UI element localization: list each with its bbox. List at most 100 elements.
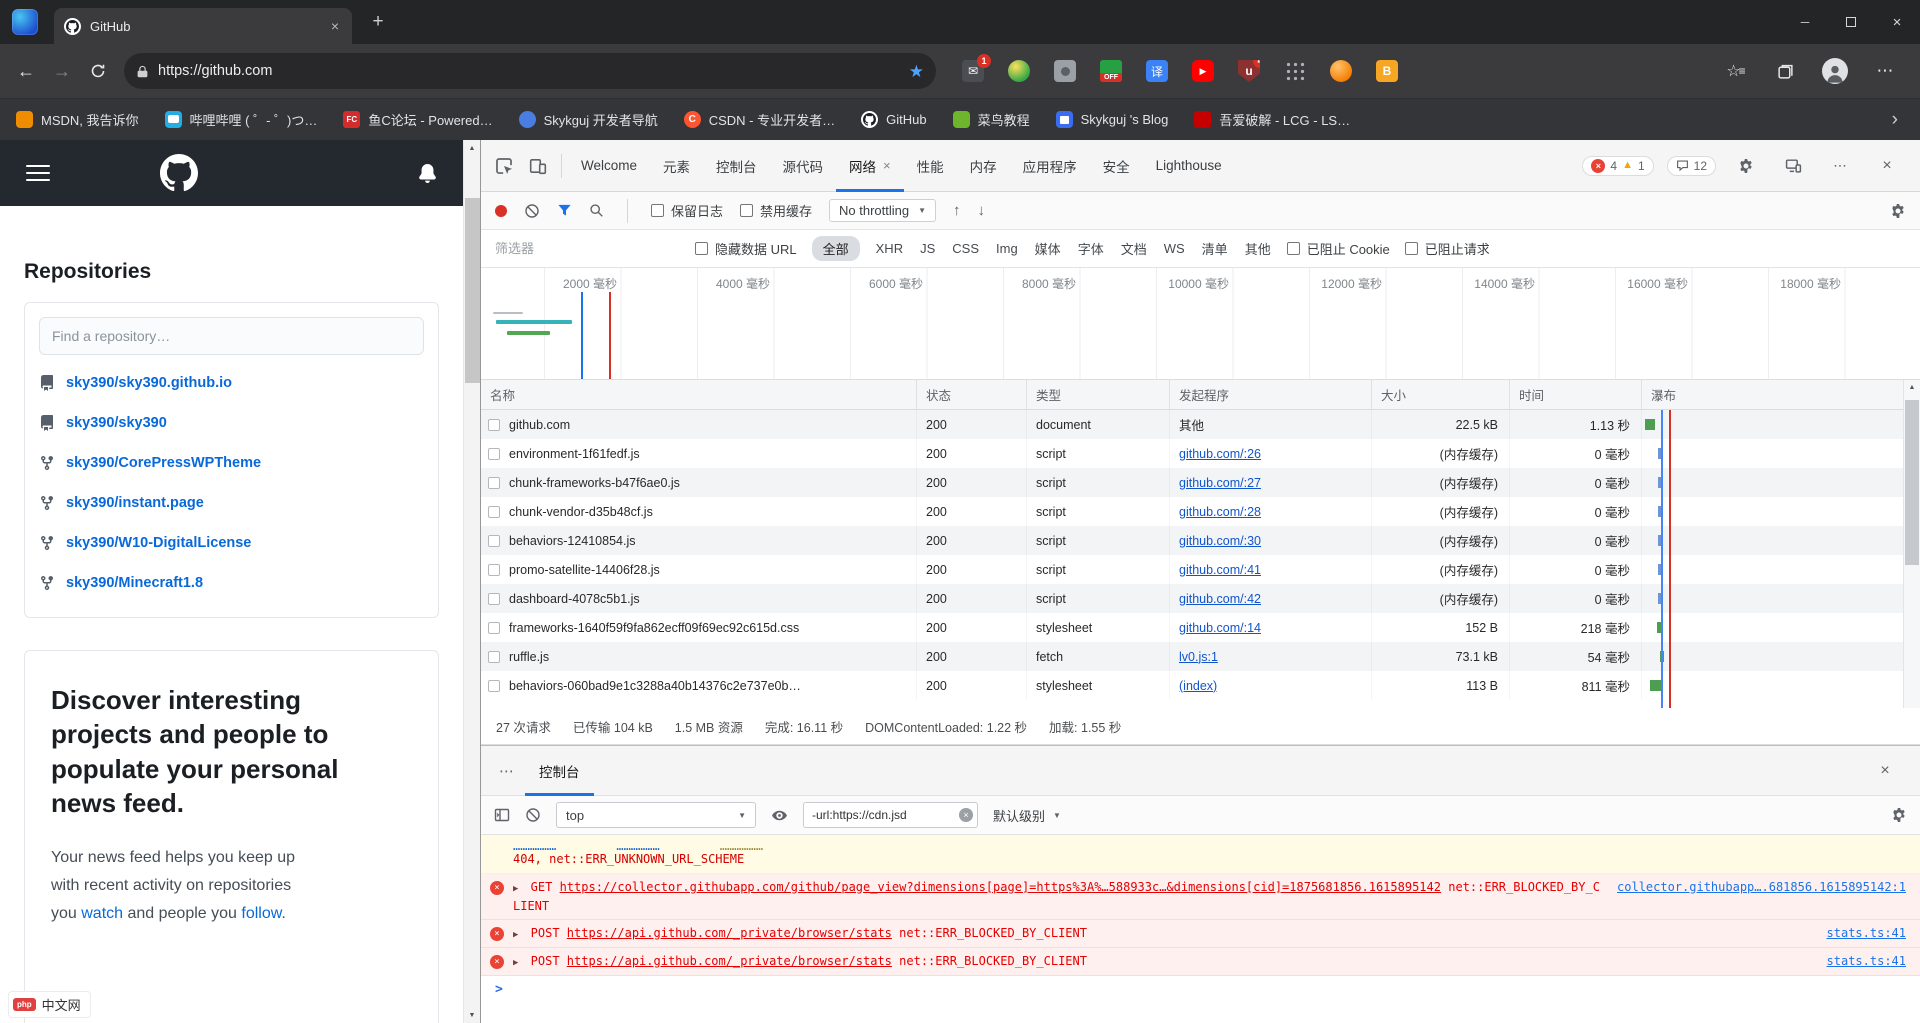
network-search-icon[interactable] <box>589 203 604 218</box>
extension-mail-icon[interactable]: ✉1 <box>962 60 984 82</box>
error-url-link[interactable]: https://api.github.com/_private/browser/… <box>567 926 892 940</box>
network-table-scrollbar[interactable]: ▲ <box>1903 380 1920 708</box>
inspect-element-icon[interactable] <box>487 149 521 183</box>
expand-caret-icon[interactable]: ▶ <box>513 884 518 894</box>
favorites-hub-icon[interactable]: ☆≡ <box>1722 58 1748 84</box>
tab-elements[interactable]: 元素 <box>650 140 703 192</box>
extension-sphere-icon[interactable] <box>1008 60 1030 82</box>
follow-link[interactable]: follow <box>241 905 281 922</box>
expand-caret-icon[interactable]: ▶ <box>513 930 518 940</box>
extension-translate-icon[interactable]: 译 <box>1146 60 1168 82</box>
error-url-link[interactable]: https://collector.githubapp.com/github/p… <box>560 880 1441 894</box>
live-expression-eye-icon[interactable] <box>771 807 788 824</box>
error-source-link[interactable]: stats.ts:41 <box>1827 952 1906 971</box>
initiator-link[interactable]: github.com/:26 <box>1179 447 1261 461</box>
bookmark-runoob[interactable]: 菜鸟教程 <box>953 110 1030 129</box>
hamburger-menu-icon[interactable] <box>26 165 50 181</box>
bookmark-skykguj-blog[interactable]: Skykguj 's Blog <box>1056 111 1169 128</box>
filter-type-doc[interactable]: 文档 <box>1120 236 1148 261</box>
bookmark-csdn[interactable]: CCSDN - 专业开发者… <box>684 110 835 129</box>
column-size[interactable]: 大小 <box>1372 380 1510 409</box>
extension-capture-icon[interactable] <box>1054 60 1076 82</box>
network-overview-timeline[interactable]: 2000 毫秒 4000 毫秒 6000 毫秒 8000 毫秒 10000 毫秒… <box>481 268 1920 380</box>
error-url-link[interactable]: https://api.github.com/_private/browser/… <box>567 954 892 968</box>
scrollbar-thumb[interactable] <box>1905 400 1919 565</box>
column-initiator[interactable]: 发起程序 <box>1170 380 1372 409</box>
disable-cache-checkbox[interactable]: 禁用缓存 <box>740 201 812 220</box>
column-time[interactable]: 时间 <box>1510 380 1642 409</box>
initiator-link[interactable]: github.com/:28 <box>1179 505 1261 519</box>
initiator-link[interactable]: github.com/:41 <box>1179 563 1261 577</box>
scroll-up-arrow[interactable]: ▲ <box>1904 380 1920 395</box>
drawer-tab-console[interactable]: 控制台 <box>525 746 594 796</box>
repo-link[interactable]: sky390/Minecraft1.8 <box>66 575 203 591</box>
github-logo[interactable] <box>160 154 198 192</box>
errors-warnings-badge[interactable]: × 4 ▲ 1 <box>1582 156 1653 176</box>
scroll-down-arrow[interactable]: ▼ <box>464 1007 480 1023</box>
network-request-row[interactable]: chunk-vendor-d35b48cf.js 200 script gith… <box>481 497 1904 526</box>
filter-toggle-icon[interactable] <box>557 203 572 218</box>
initiator-link[interactable]: github.com/:42 <box>1179 592 1261 606</box>
import-har-icon[interactable]: ↑ <box>953 202 961 219</box>
filter-type-xhr[interactable]: XHR <box>875 238 904 259</box>
initiator-link[interactable]: github.com/:30 <box>1179 534 1261 548</box>
console-prompt[interactable]: > <box>481 976 1920 1003</box>
repo-link[interactable]: sky390/sky390.github.io <box>66 375 232 391</box>
bookmark-52pojie[interactable]: 吾爱破解 - LCG - LS… <box>1194 110 1350 129</box>
initiator-link[interactable]: github.com/:27 <box>1179 476 1261 490</box>
column-status[interactable]: 状态 <box>917 380 1027 409</box>
bookmarks-overflow-chevron[interactable]: › <box>1892 109 1904 131</box>
drawer-more-tabs-icon[interactable]: ⋯ <box>489 762 525 780</box>
tab-console[interactable]: 控制台 <box>703 140 770 192</box>
initiator-link[interactable]: lv0.js:1 <box>1179 650 1218 664</box>
blocked-cookies-checkbox[interactable]: 已阻止 Cookie <box>1287 239 1390 258</box>
new-tab-button[interactable]: + <box>364 11 392 33</box>
bookmark-skykguj-nav[interactable]: Skykguj 开发者导航 <box>519 110 658 129</box>
preserve-log-checkbox[interactable]: 保留日志 <box>651 201 723 220</box>
tab-lighthouse[interactable]: Lighthouse <box>1143 140 1235 192</box>
clear-network-log-icon[interactable] <box>524 203 540 219</box>
filter-type-media[interactable]: 媒体 <box>1034 236 1062 261</box>
tab-network-close-icon[interactable]: × <box>883 158 891 173</box>
scrollbar-thumb[interactable] <box>465 198 480 383</box>
maximize-button[interactable] <box>1828 0 1874 44</box>
error-source-link[interactable]: collector.githubapp….681856.1615895142:1 <box>1617 878 1906 897</box>
devtools-close-icon[interactable]: × <box>1870 149 1904 183</box>
filter-type-other[interactable]: 其他 <box>1244 236 1272 261</box>
device-toolbar-icon[interactable] <box>521 149 555 183</box>
console-error-row[interactable]: × stats.ts:41 ▶ POST https://api.github.… <box>481 920 1920 948</box>
bookmark-fishc[interactable]: FC鱼C论坛 - Powered… <box>343 110 492 129</box>
network-request-row[interactable]: behaviors-12410854.js 200 script github.… <box>481 526 1904 555</box>
console-error-row[interactable]: × stats.ts:41 ▶ POST https://api.github.… <box>481 948 1920 976</box>
tab-security[interactable]: 安全 <box>1090 140 1143 192</box>
watch-link[interactable]: watch <box>81 905 123 922</box>
profile-avatar[interactable] <box>1822 58 1848 84</box>
checkbox[interactable] <box>1287 242 1300 255</box>
checkbox[interactable] <box>1405 242 1418 255</box>
network-filter-input[interactable] <box>495 241 680 256</box>
forward-button[interactable]: → <box>44 53 80 89</box>
console-settings-icon[interactable] <box>1891 807 1907 823</box>
filter-type-manifest[interactable]: 清单 <box>1201 236 1229 261</box>
tab-close-icon[interactable]: × <box>328 18 342 34</box>
network-request-row[interactable]: behaviors-060bad9e1c3288a40b14376c2e737e… <box>481 671 1904 700</box>
hide-data-urls-checkbox[interactable]: 隐藏数据 URL <box>695 239 797 258</box>
repo-link[interactable]: sky390/instant.page <box>66 495 204 511</box>
checkbox[interactable] <box>695 242 708 255</box>
record-network-log-button[interactable] <box>495 205 507 217</box>
extension-dots-icon[interactable] <box>1284 60 1306 82</box>
initiator-link[interactable]: (index) <box>1179 679 1217 693</box>
blocked-requests-checkbox[interactable]: 已阻止请求 <box>1405 239 1490 258</box>
filter-type-font[interactable]: 字体 <box>1077 236 1105 261</box>
extension-ublock-icon[interactable]: u4 <box>1238 60 1260 82</box>
back-button[interactable]: ← <box>8 53 44 89</box>
tab-application[interactable]: 应用程序 <box>1010 140 1090 192</box>
network-request-row[interactable]: promo-satellite-14406f28.js 200 script g… <box>481 555 1904 584</box>
network-request-row[interactable]: ruffle.js 200 fetch lv0.js:1 73.1 kB 54 … <box>481 642 1904 671</box>
repo-link[interactable]: sky390/sky390 <box>66 415 167 431</box>
filter-type-all[interactable]: 全部 <box>812 236 860 261</box>
devtools-settings-icon[interactable] <box>1729 149 1763 183</box>
clear-console-icon[interactable] <box>525 807 541 823</box>
console-warning-row[interactable]: ……………… ……………… ……………… 404, net::ERR_UNKNO… <box>481 835 1920 874</box>
repo-link[interactable]: sky390/W10-DigitalLicense <box>66 535 251 551</box>
